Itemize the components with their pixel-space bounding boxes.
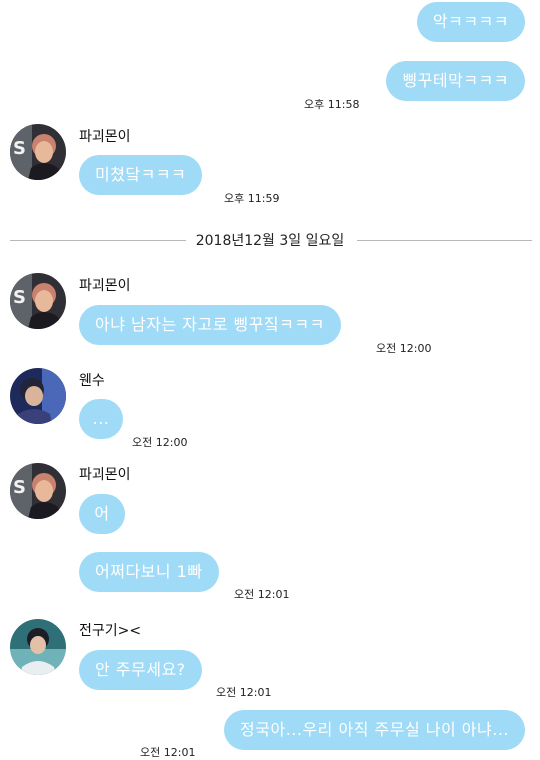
- avatar-pink-hair-icon: S: [10, 124, 66, 180]
- message-timestamp: 오전 12:00: [132, 436, 188, 449]
- date-divider-line-left: [10, 240, 186, 241]
- outgoing-message-bubble[interactable]: 삥꾸테막ㅋㅋㅋ: [386, 61, 525, 101]
- date-separator: 2018년12월 3일 일요일: [195, 233, 345, 249]
- message-timestamp: 오전 12:01: [234, 588, 290, 601]
- incoming-message-bubble[interactable]: ...: [79, 399, 123, 439]
- svg-text:S: S: [13, 477, 26, 498]
- contact-avatar[interactable]: [10, 619, 66, 675]
- avatar-teal-tone-icon: [10, 619, 66, 675]
- incoming-message-bubble[interactable]: 어: [79, 494, 125, 534]
- message-timestamp: 오후 11:59: [224, 192, 280, 205]
- avatar-blue-tone-icon: [10, 368, 66, 424]
- contact-avatar[interactable]: S: [10, 463, 66, 519]
- incoming-message-bubble[interactable]: 안 주무세요?: [79, 650, 202, 690]
- message-timestamp: 오전 12:00: [376, 342, 432, 355]
- avatar-pink-hair-icon: S: [10, 273, 66, 329]
- contact-avatar[interactable]: S: [10, 124, 66, 180]
- contact-avatar[interactable]: [10, 368, 66, 424]
- incoming-message-bubble[interactable]: 어쩌다보니 1빠: [79, 552, 219, 592]
- date-divider-line-right: [357, 240, 532, 241]
- sender-name: 파괴몬이: [79, 129, 131, 145]
- avatar-pink-hair-icon: S: [10, 463, 66, 519]
- svg-text:S: S: [13, 287, 26, 308]
- contact-avatar[interactable]: S: [10, 273, 66, 329]
- svg-text:S: S: [13, 138, 26, 159]
- sender-name: 파괴몬이: [79, 467, 131, 483]
- sender-name: 파괴몬이: [79, 278, 131, 294]
- message-timestamp: 오전 12:01: [140, 746, 196, 759]
- outgoing-message-bubble[interactable]: 악ㅋㅋㅋㅋ: [416, 2, 525, 42]
- incoming-message-bubble[interactable]: 미쳤닼ㅋㅋㅋ: [79, 155, 203, 195]
- sender-name: 전구기><: [79, 623, 142, 639]
- sender-name: 웬수: [79, 373, 105, 389]
- message-timestamp: 오전 12:01: [216, 686, 272, 699]
- outgoing-message-bubble[interactable]: 정국아...우리 아직 주무실 나이 아냐...: [224, 710, 525, 750]
- incoming-message-bubble[interactable]: 아냐 남자는 자고로 삥꾸짘ㅋㅋㅋ: [79, 305, 341, 345]
- message-timestamp: 오후 11:58: [304, 98, 360, 111]
